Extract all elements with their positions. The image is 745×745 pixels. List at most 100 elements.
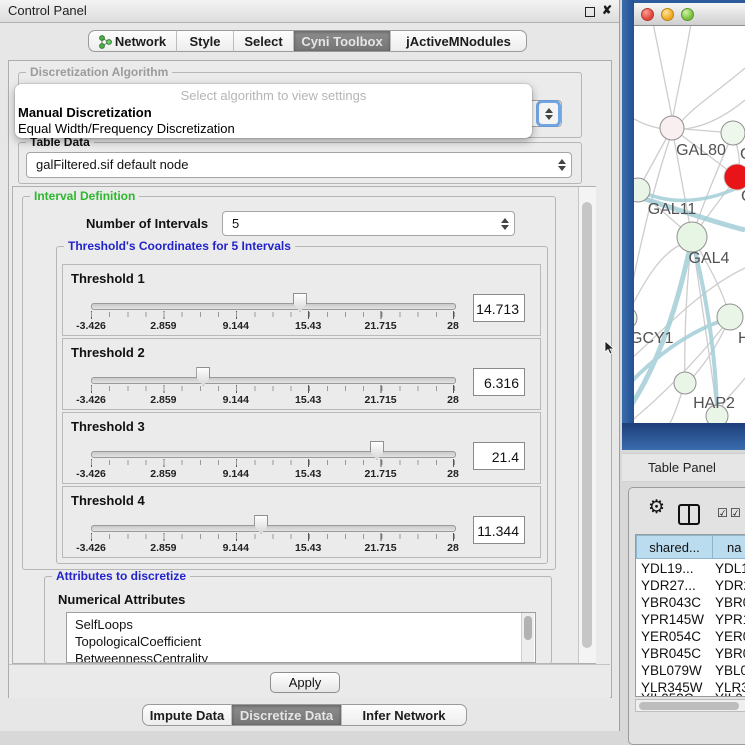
- node-gal80[interactable]: [660, 116, 684, 140]
- threshold-3-label: Threshold 3: [71, 419, 145, 434]
- table-data-combobox[interactable]: galFiltered.sif default node: [26, 152, 572, 178]
- table-cell[interactable]: YBR045C: [641, 645, 711, 662]
- table-cell[interactable]: YDL19...: [641, 560, 711, 577]
- slider-track[interactable]: [91, 303, 456, 310]
- table-cell[interactable]: YIL052C: [641, 690, 711, 697]
- control-panel-window: Control Panel ✘ Network Style Select Cyn…: [0, 0, 620, 731]
- tab-network[interactable]: Network: [88, 30, 177, 52]
- column-header-shared[interactable]: shared...: [636, 535, 713, 559]
- settings-vertical-scrollbar[interactable]: [578, 187, 596, 663]
- table-cell[interactable]: YDR27...: [641, 577, 711, 594]
- list-item-selfloops[interactable]: SelfLoops: [75, 616, 133, 633]
- slider-minor-ticks: [91, 386, 456, 391]
- threshold-3-panel: Threshold 3 -3.4262.8599.14415.4321.7152…: [62, 412, 541, 484]
- node-table[interactable]: shared... na YDL19... YDL1 YDR27... YDR2…: [635, 534, 745, 697]
- table-cell[interactable]: YDR2: [715, 577, 745, 594]
- network-canvas[interactable]: GAL80 GA C GAL11 GAL4 GCY1 H HAP2: [634, 26, 745, 423]
- minimize-traffic-light-icon[interactable]: [661, 8, 674, 21]
- table-panel-titlebar[interactable]: Table Panel: [622, 453, 745, 482]
- columns-icon[interactable]: [678, 504, 700, 525]
- node-right-h[interactable]: [717, 304, 743, 330]
- slider-track[interactable]: [91, 377, 456, 384]
- gear-icon[interactable]: ⚙: [648, 496, 665, 519]
- checkbox-icon[interactable]: ☑: [717, 507, 728, 519]
- list-scrollbar[interactable]: [521, 613, 534, 662]
- scrollbar-thumb[interactable]: [639, 702, 739, 710]
- threshold-3-value-field[interactable]: 21.4: [473, 442, 525, 470]
- slider-minor-ticks: [91, 312, 456, 317]
- tab-cyni-toolbox-label: Cyni Toolbox: [301, 34, 382, 49]
- float-window-icon[interactable]: [585, 7, 595, 17]
- checkbox-icon[interactable]: ☑: [730, 507, 741, 519]
- threshold-1-label: Threshold 1: [71, 271, 145, 286]
- tick-label: 28: [429, 394, 477, 406]
- tick-label: 15.43: [284, 468, 332, 480]
- table-horizontal-scrollbar[interactable]: [635, 699, 745, 712]
- table-cell[interactable]: YBL079W: [641, 662, 711, 679]
- threshold-4-value-field[interactable]: 11.344: [473, 516, 525, 544]
- tab-style[interactable]: Style: [177, 30, 234, 52]
- tick-label: 9.144: [212, 320, 260, 332]
- scrollbar-thumb[interactable]: [582, 202, 592, 648]
- tick-label: 2.859: [139, 542, 187, 554]
- tab-infer-network[interactable]: Infer Network: [342, 704, 467, 726]
- tab-jactivemnodules[interactable]: jActiveMNodules: [391, 30, 527, 52]
- tab-cyni-toolbox[interactable]: Cyni Toolbox: [294, 30, 391, 52]
- table-cell[interactable]: YBR0: [715, 645, 745, 662]
- tick-label: 21.715: [357, 468, 405, 480]
- apply-button[interactable]: Apply: [270, 672, 340, 693]
- close-icon[interactable]: ✘: [602, 4, 612, 16]
- list-item-topologicalcoefficient[interactable]: TopologicalCoefficient: [75, 633, 201, 650]
- scrollbar-thumb[interactable]: [524, 616, 532, 640]
- tab-network-label: Network: [115, 34, 166, 49]
- table-cell[interactable]: YDL1: [715, 560, 745, 577]
- node-label-gal80: GAL80: [676, 142, 726, 159]
- screen: Control Panel ✘ Network Style Select Cyn…: [0, 0, 745, 745]
- stepper-arrows-icon: [544, 107, 553, 121]
- list-item-betweennesscentrality[interactable]: BetweennessCentrality: [75, 650, 208, 663]
- network-nodes[interactable]: [634, 116, 745, 423]
- table-cell[interactable]: YPR145W: [641, 611, 711, 628]
- threshold-4-panel: Threshold 4 -3.4262.8599.14415.4321.7152…: [62, 486, 541, 558]
- node-gcy1[interactable]: [634, 307, 637, 329]
- mouse-cursor: [604, 340, 616, 356]
- node-selected-red[interactable]: [724, 164, 745, 190]
- dropdown-option-manual[interactable]: Manual Discretization: [18, 105, 528, 121]
- control-panel-titlebar[interactable]: Control Panel ✘: [0, 0, 619, 23]
- column-header-name[interactable]: na: [712, 535, 745, 559]
- dropdown-option-equal-width[interactable]: Equal Width/Frequency Discretization: [18, 121, 528, 137]
- interval-definition-group-label: Interval Definition: [30, 190, 139, 203]
- node-gal4[interactable]: [677, 222, 707, 252]
- threshold-1-value-field[interactable]: 14.713: [473, 294, 525, 322]
- table-cell[interactable]: YER054C: [641, 628, 711, 645]
- threshold-2-value-field[interactable]: 6.316: [473, 368, 525, 396]
- tab-select[interactable]: Select: [234, 30, 294, 52]
- table-cell[interactable]: YBR043C: [641, 594, 711, 611]
- tick-label: 28: [429, 542, 477, 554]
- slider-minor-ticks: [91, 534, 456, 539]
- table-cell[interactable]: YBL0: [715, 662, 745, 679]
- tick-label: 28: [429, 468, 477, 480]
- algorithm-combobox-stepper[interactable]: [539, 103, 558, 124]
- table-cell[interactable]: YPR1: [715, 611, 745, 628]
- table-cell[interactable]: YIL0: [715, 690, 745, 697]
- zoom-traffic-light-icon[interactable]: [681, 8, 694, 21]
- close-traffic-light-icon[interactable]: [641, 8, 654, 21]
- table-cell[interactable]: YBR0: [715, 594, 745, 611]
- tick-label: 15.43: [284, 320, 332, 332]
- slider-track[interactable]: [91, 525, 456, 532]
- stepper-arrows-icon: [557, 158, 566, 172]
- tick-label: -3.426: [67, 394, 115, 406]
- numerical-attributes-list[interactable]: SelfLoops TopologicalCoefficient Between…: [66, 612, 536, 663]
- tick-label: 2.859: [139, 394, 187, 406]
- node-hap2[interactable]: [674, 372, 696, 394]
- table-cell[interactable]: YER0: [715, 628, 745, 645]
- tab-impute-data[interactable]: Impute Data: [142, 704, 232, 726]
- slider-track[interactable]: [91, 451, 456, 458]
- tick-label: 2.859: [139, 320, 187, 332]
- tick-label: -3.426: [67, 542, 115, 554]
- network-window-frame: [622, 0, 634, 450]
- tab-discretize-data[interactable]: Discretize Data: [232, 704, 342, 726]
- number-of-intervals-spinner[interactable]: 5: [222, 211, 515, 236]
- network-window-titlebar[interactable]: [634, 3, 745, 26]
